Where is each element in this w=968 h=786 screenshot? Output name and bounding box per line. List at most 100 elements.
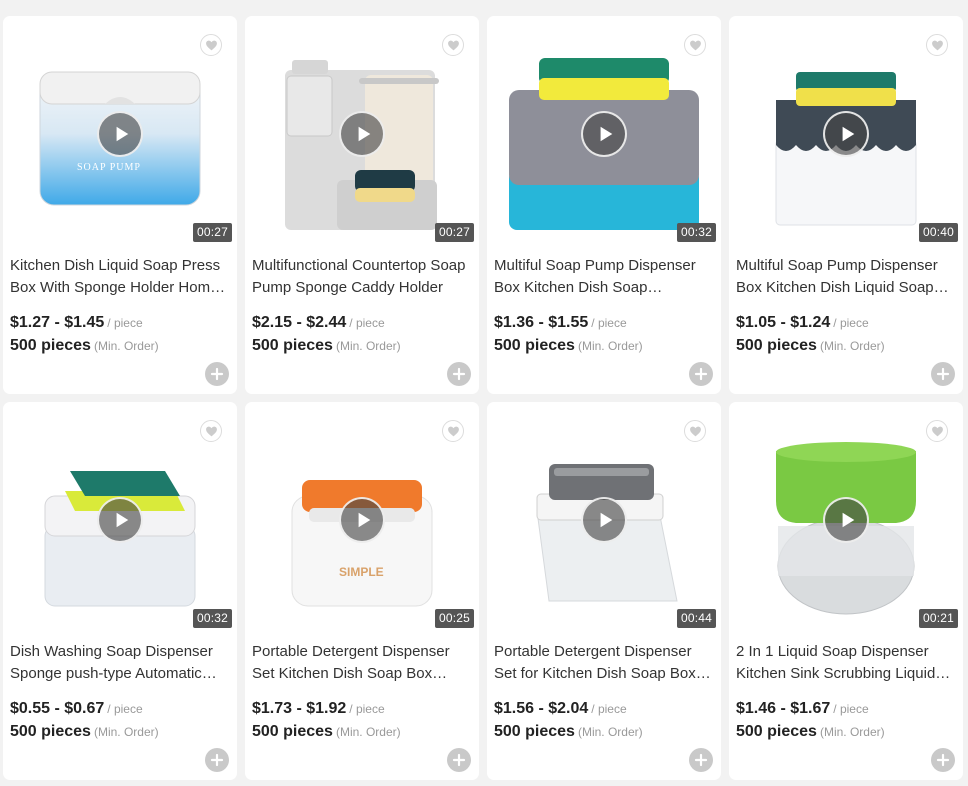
price-unit: / piece — [349, 702, 385, 716]
product-price: $1.27 - $1.45 — [10, 314, 105, 331]
min-order-note: (Min. Order) — [93, 725, 159, 739]
video-duration: 00:21 — [918, 609, 958, 628]
product-grid: SOAP PUMP 00:27 Kitchen Dish Liquid Soap… — [0, 0, 968, 786]
price-unit: / piece — [107, 702, 143, 716]
product-card[interactable]: SOAP PUMP 00:27 Kitchen Dish Liquid Soap… — [3, 16, 237, 394]
product-media[interactable]: 00:44 — [487, 402, 721, 632]
product-media[interactable]: 00:32 — [487, 16, 721, 246]
moq-row: 500 pieces (Min. Order) — [10, 337, 159, 355]
image-label: SIMPLE — [339, 565, 384, 579]
min-order-note: (Min. Order) — [577, 725, 643, 739]
price-row: $0.55 - $0.67/ piece — [10, 700, 143, 718]
video-duration: 00:32 — [676, 223, 716, 242]
product-title[interactable]: Multifunctional Countertop Soap Pump Spo… — [252, 255, 474, 299]
heart-icon[interactable] — [442, 34, 464, 56]
moq-row: 500 pieces (Min. Order) — [494, 337, 643, 355]
plus-icon[interactable] — [447, 362, 471, 386]
product-card[interactable]: 00:32 Dish Washing Soap Dispenser Sponge… — [3, 402, 237, 780]
heart-icon[interactable] — [926, 420, 948, 442]
min-order-note: (Min. Order) — [819, 725, 885, 739]
min-order-quantity: 500 pieces — [252, 723, 333, 740]
product-media[interactable]: 00:32 — [3, 402, 237, 632]
plus-icon[interactable] — [931, 748, 955, 772]
product-title[interactable]: Multiful Soap Pump Dispenser Box Kitchen… — [494, 255, 716, 299]
plus-icon[interactable] — [205, 362, 229, 386]
product-media[interactable]: 00:27 — [245, 16, 479, 246]
product-title[interactable]: Dish Washing Soap Dispenser Sponge push-… — [10, 641, 232, 685]
plus-icon[interactable] — [689, 748, 713, 772]
price-row: $1.27 - $1.45/ piece — [10, 314, 143, 332]
video-duration: 00:25 — [434, 609, 474, 628]
product-media[interactable]: 00:21 — [729, 402, 963, 632]
price-row: $1.73 - $1.92/ piece — [252, 700, 385, 718]
price-unit: / piece — [591, 702, 627, 716]
plus-icon[interactable] — [447, 748, 471, 772]
moq-row: 500 pieces (Min. Order) — [736, 723, 885, 741]
product-media[interactable]: SOAP PUMP 00:27 — [3, 16, 237, 246]
product-card[interactable]: 00:44 Portable Detergent Dispenser Set f… — [487, 402, 721, 780]
price-row: $1.05 - $1.24/ piece — [736, 314, 869, 332]
min-order-note: (Min. Order) — [335, 339, 401, 353]
play-icon[interactable] — [339, 111, 385, 157]
min-order-note: (Min. Order) — [93, 339, 159, 353]
price-unit: / piece — [833, 702, 869, 716]
heart-icon[interactable] — [926, 34, 948, 56]
min-order-note: (Min. Order) — [577, 339, 643, 353]
moq-row: 500 pieces (Min. Order) — [10, 723, 159, 741]
play-icon[interactable] — [339, 497, 385, 543]
play-icon[interactable] — [823, 497, 869, 543]
product-title[interactable]: 2 In 1 Liquid Soap Dispenser Kitchen Sin… — [736, 641, 958, 685]
product-title[interactable]: Portable Detergent Dispenser Set for Kit… — [494, 641, 716, 685]
video-duration: 00:32 — [192, 609, 232, 628]
plus-icon[interactable] — [931, 362, 955, 386]
min-order-quantity: 500 pieces — [736, 337, 817, 354]
product-price: $1.36 - $1.55 — [494, 314, 589, 331]
product-title[interactable]: Multiful Soap Pump Dispenser Box Kitchen… — [736, 255, 958, 299]
plus-icon[interactable] — [689, 362, 713, 386]
min-order-quantity: 500 pieces — [494, 337, 575, 354]
min-order-quantity: 500 pieces — [494, 723, 575, 740]
heart-icon[interactable] — [442, 420, 464, 442]
play-icon[interactable] — [581, 497, 627, 543]
price-unit: / piece — [591, 316, 627, 330]
product-media[interactable]: 00:40 — [729, 16, 963, 246]
price-unit: / piece — [107, 316, 143, 330]
price-row: $1.56 - $2.04/ piece — [494, 700, 627, 718]
product-price: $1.56 - $2.04 — [494, 700, 589, 717]
product-title[interactable]: Kitchen Dish Liquid Soap Press Box With … — [10, 255, 232, 299]
moq-row: 500 pieces (Min. Order) — [494, 723, 643, 741]
product-price: $1.05 - $1.24 — [736, 314, 831, 331]
price-row: $2.15 - $2.44/ piece — [252, 314, 385, 332]
min-order-quantity: 500 pieces — [252, 337, 333, 354]
product-price: $1.73 - $1.92 — [252, 700, 347, 717]
min-order-quantity: 500 pieces — [10, 337, 91, 354]
moq-row: 500 pieces (Min. Order) — [736, 337, 885, 355]
play-icon[interactable] — [823, 111, 869, 157]
play-icon[interactable] — [581, 111, 627, 157]
play-icon[interactable] — [97, 497, 143, 543]
heart-icon[interactable] — [684, 34, 706, 56]
heart-icon[interactable] — [684, 420, 706, 442]
plus-icon[interactable] — [205, 748, 229, 772]
product-price: $2.15 - $2.44 — [252, 314, 347, 331]
price-unit: / piece — [349, 316, 385, 330]
min-order-quantity: 500 pieces — [10, 723, 91, 740]
video-duration: 00:40 — [918, 223, 958, 242]
product-title[interactable]: Portable Detergent Dispenser Set Kitchen… — [252, 641, 474, 685]
heart-icon[interactable] — [200, 34, 222, 56]
product-card[interactable]: 00:32 Multiful Soap Pump Dispenser Box K… — [487, 16, 721, 394]
product-card[interactable]: SIMPLE 00:25 Portable Detergent Dispense… — [245, 402, 479, 780]
video-duration: 00:44 — [676, 609, 716, 628]
product-media[interactable]: SIMPLE 00:25 — [245, 402, 479, 632]
min-order-note: (Min. Order) — [335, 725, 401, 739]
heart-icon[interactable] — [200, 420, 222, 442]
price-row: $1.46 - $1.67/ piece — [736, 700, 869, 718]
moq-row: 500 pieces (Min. Order) — [252, 337, 401, 355]
product-price: $1.46 - $1.67 — [736, 700, 831, 717]
product-card[interactable]: 00:27 Multifunctional Countertop Soap Pu… — [245, 16, 479, 394]
price-unit: / piece — [833, 316, 869, 330]
play-icon[interactable] — [97, 111, 143, 157]
product-card[interactable]: 00:40 Multiful Soap Pump Dispenser Box K… — [729, 16, 963, 394]
product-card[interactable]: 00:21 2 In 1 Liquid Soap Dispenser Kitch… — [729, 402, 963, 780]
video-duration: 00:27 — [192, 223, 232, 242]
